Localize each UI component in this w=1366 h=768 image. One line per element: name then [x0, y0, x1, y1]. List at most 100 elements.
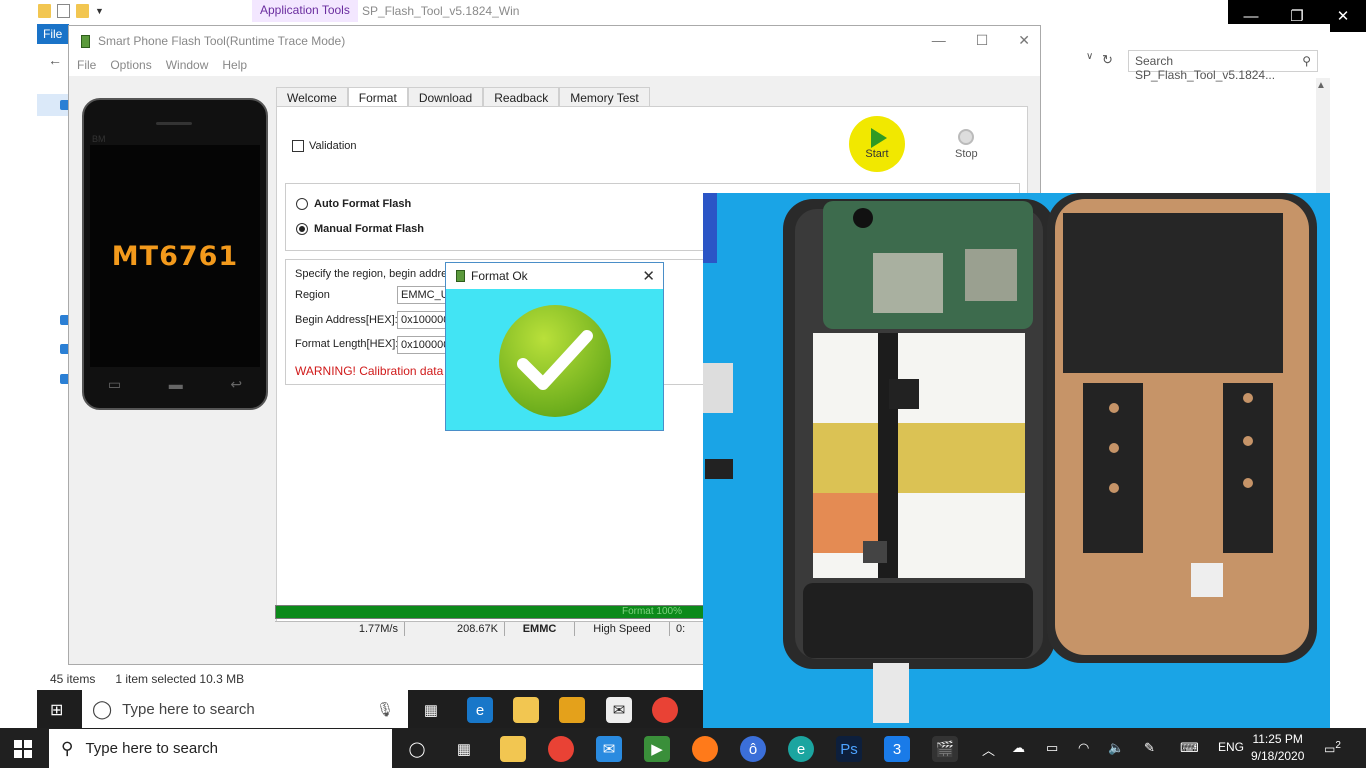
phone-screen: MT6761 [90, 145, 260, 367]
notifications-icon[interactable]: ▭2 [1324, 740, 1341, 756]
stop-button[interactable]: Stop [955, 129, 978, 160]
progress-text: Format 100% [621, 606, 682, 617]
tab-readback[interactable]: Readback [483, 87, 560, 107]
menu-help[interactable]: Help [222, 58, 247, 74]
inner-chrome-icon[interactable] [652, 697, 678, 723]
radio-button-selected[interactable] [296, 223, 308, 235]
phone-speaker [156, 122, 192, 125]
folder-icon[interactable] [38, 4, 51, 18]
explorer-search-input[interactable]: Search SP_Flash_Tool_v5.1824... ⚲ [1128, 50, 1318, 82]
task-view-icon[interactable]: ▦ [451, 736, 477, 762]
menu-window[interactable]: Window [166, 58, 209, 74]
video-editor-icon[interactable]: 🎬 [932, 736, 958, 762]
utility-icon[interactable]: ô [740, 736, 766, 762]
show-hidden-icons[interactable]: ︿ [982, 740, 995, 759]
file-explorer-icon[interactable] [500, 736, 526, 762]
inner-search-placeholder: Type here to search [122, 700, 255, 718]
battery-icon[interactable]: ▭ [1046, 740, 1058, 756]
app-three-icon[interactable]: 3 [884, 736, 910, 762]
app-icon [81, 34, 90, 48]
stop-icon [958, 129, 975, 145]
file-tab[interactable]: File [37, 24, 69, 44]
pen-icon[interactable]: ✎ [1144, 740, 1155, 756]
cortana-icon: ◯ [92, 698, 113, 719]
stop-label: Stop [955, 148, 978, 160]
close-icon[interactable]: ✕ [642, 267, 655, 285]
auto-format-label: Auto Format Flash [314, 198, 412, 210]
search-icon: ⚲ [1302, 54, 1311, 68]
home-key-icon: ▬ [168, 376, 183, 392]
manual-format-radio[interactable]: Manual Format Flash [296, 223, 424, 235]
item-count: 45 items [50, 672, 96, 686]
chrome-icon[interactable] [548, 736, 574, 762]
dialog-titlebar: Format Ok ✕ [446, 263, 663, 289]
language-indicator[interactable]: ENG [1218, 740, 1244, 754]
menu-options[interactable]: Options [110, 58, 151, 74]
elapsed-time: 0: [676, 623, 686, 635]
inner-mail-icon[interactable]: ✉ [606, 697, 632, 723]
onedrive-icon[interactable]: ☁ [1012, 740, 1025, 756]
inner-edge-icon[interactable]: e [467, 697, 493, 723]
radio-button[interactable] [296, 198, 308, 210]
usb-mode: High Speed [575, 622, 670, 636]
firefox-icon[interactable] [692, 736, 718, 762]
maximize-icon[interactable]: ☐ [976, 32, 989, 49]
inner-explorer-icon[interactable] [513, 697, 539, 723]
cortana-circle-icon[interactable]: ◯ [404, 736, 430, 762]
clock[interactable]: 11:25 PM 9/18/2020 [1251, 731, 1304, 765]
format-progress-bar: Format 100% [275, 605, 705, 619]
region-label: Region [295, 289, 330, 301]
customize-toolbar-icon[interactable]: ▼ [95, 6, 104, 16]
inner-search-box[interactable]: ◯ Type here to search 🎙 [82, 690, 408, 728]
keyboard-icon[interactable]: ⌨ [1180, 740, 1199, 756]
manual-hint: Specify the region, begin address [295, 268, 459, 280]
notification-count: 2 [1335, 740, 1341, 751]
edge-icon[interactable]: e [788, 736, 814, 762]
mail-icon[interactable]: ✉ [596, 736, 622, 762]
flash-tool-title: Smart Phone Flash Tool(Runtime Trace Mod… [98, 34, 346, 48]
tab-memory-test[interactable]: Memory Test [559, 87, 650, 107]
address-dropdown-icon[interactable]: ∨ [1086, 51, 1100, 69]
transferred-size: 208.67K [405, 622, 505, 636]
minimize-icon[interactable]: — [932, 32, 946, 49]
back-arrow-icon[interactable]: ← [48, 52, 62, 68]
photoshop-icon[interactable]: Ps [836, 736, 862, 762]
taskbar-search-box[interactable]: ⚲ Type here to search [49, 729, 392, 768]
search-icon: ⚲ [61, 738, 74, 758]
inner-store-icon[interactable] [559, 697, 585, 723]
tab-download[interactable]: Download [407, 87, 484, 107]
close-icon[interactable]: ✕ [1018, 32, 1030, 49]
flash-tool-taskbar-icon[interactable]: ▶ [644, 736, 670, 762]
menu-key-icon: ▭ [107, 376, 122, 392]
validation-checkbox[interactable]: Validation [292, 140, 357, 152]
tab-welcome[interactable]: Welcome [276, 87, 348, 107]
properties-icon[interactable] [57, 4, 70, 18]
auto-format-radio[interactable]: Auto Format Flash [296, 198, 411, 210]
mic-icon[interactable]: 🎙 [376, 701, 394, 718]
volume-icon[interactable]: 🔈 [1108, 740, 1124, 756]
start-button[interactable]: Start [849, 116, 905, 172]
speed: 1.77M/s [275, 622, 405, 636]
tab-format[interactable]: Format [347, 87, 408, 107]
scroll-up-icon[interactable]: ▲ [1316, 80, 1326, 91]
explorer-search-placeholder: Search SP_Flash_Tool_v5.1824... [1135, 54, 1276, 82]
application-tools-tab[interactable]: Application Tools [252, 0, 358, 22]
inner-windows-icon[interactable]: ⊞ [50, 700, 63, 720]
menu-file[interactable]: File [77, 58, 96, 74]
calibration-warning: WARNING! Calibration data i [295, 364, 450, 378]
windows-start-icon[interactable] [14, 740, 32, 761]
selection-info: 1 item selected 10.3 MB [115, 672, 245, 686]
phone-keys: ▭ ▬ ↩ [84, 376, 266, 393]
dialog-title: Format Ok [471, 269, 528, 283]
validation-label: Validation [309, 140, 357, 152]
begin-address-label: Begin Address[HEX]: [295, 314, 398, 326]
checkmark-icon [499, 305, 611, 417]
checkbox-box[interactable] [292, 140, 304, 152]
inner-taskview-icon[interactable]: ▦ [418, 697, 444, 723]
tab-bar: Welcome Format Download Readback Memory … [276, 87, 650, 107]
quick-access-toolbar: ▼ [38, 4, 104, 18]
flash-statusbar: 1.77M/s 208.67K EMMC High Speed 0: [275, 621, 705, 636]
wifi-icon[interactable]: ◠ [1078, 740, 1089, 756]
new-folder-icon[interactable] [76, 4, 89, 18]
refresh-icon[interactable]: ↻ [1102, 52, 1113, 68]
